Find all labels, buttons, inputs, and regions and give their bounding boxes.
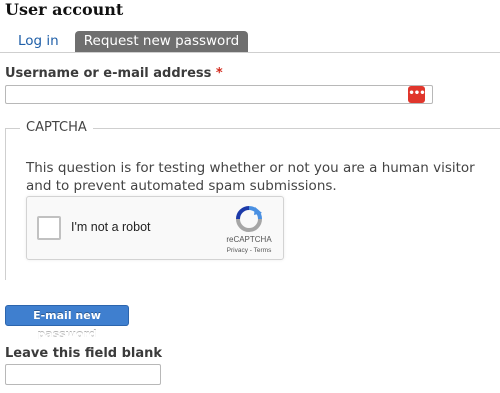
username-label: Username or e-mail address *: [5, 66, 223, 81]
email-new-password-button[interactable]: E-mail new password: [5, 305, 129, 341]
recaptcha-checkbox[interactable]: [37, 216, 61, 240]
username-input[interactable]: [5, 85, 433, 104]
required-marker: *: [215, 66, 223, 81]
tabs: Log in Request new password: [0, 31, 500, 53]
recaptcha-privacy-terms-links[interactable]: Privacy - Terms: [219, 247, 279, 254]
captcha-description: This question is for testing whether or …: [26, 160, 475, 194]
captcha-legend: CAPTCHA: [20, 120, 93, 135]
recaptcha-brand: reCAPTCHA: [226, 235, 272, 244]
lastpass-dots-icon[interactable]: •••: [408, 86, 426, 103]
honeypot-label: Leave this field blank: [5, 346, 163, 361]
recaptcha-widget: I'm not a robot reCAPTCHA Privacy - Term…: [26, 196, 284, 260]
recaptcha-logo-icon: [236, 206, 262, 232]
honeypot-input[interactable]: [5, 364, 161, 385]
tab-log-in[interactable]: Log in: [10, 31, 67, 52]
username-label-text: Username or e-mail address: [5, 66, 212, 81]
recaptcha-label: I'm not a robot: [71, 220, 151, 234]
page-title: User account: [5, 0, 124, 19]
tab-request-new-password[interactable]: Request new password: [75, 31, 248, 52]
